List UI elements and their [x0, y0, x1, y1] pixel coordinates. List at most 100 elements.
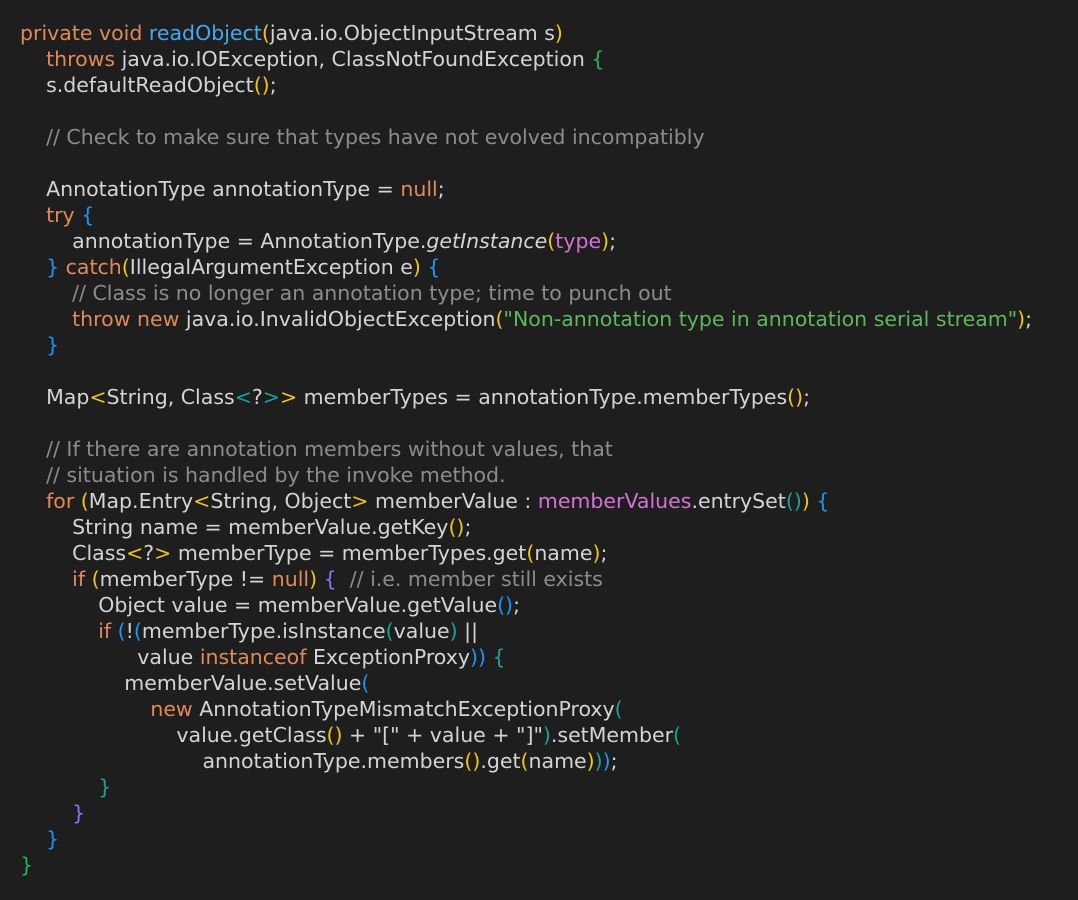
code-token: ?: [143, 541, 155, 565]
code-line[interactable]: if (memberType != null) { // i.e. member…: [20, 566, 1078, 592]
code-token: <: [126, 541, 144, 565]
code-line[interactable]: if (!(memberType.isInstance(value) ||: [20, 618, 1078, 644]
code-token: (: [133, 619, 142, 643]
code-token: .get: [480, 749, 521, 773]
code-line[interactable]: s.defaultReadObject();: [20, 72, 1078, 98]
code-token: java.io.InvalidObjectException: [179, 307, 496, 331]
code-token: memberType = memberTypes.get: [171, 541, 527, 565]
code-line[interactable]: [20, 98, 1078, 124]
code-editor[interactable]: private void readObject(java.io.ObjectIn…: [0, 0, 1078, 900]
code-line[interactable]: value.getClass() + "[" + value + "]").se…: [20, 722, 1078, 748]
code-token: Object value = memberValue.getValue: [98, 593, 498, 617]
code-token: <: [89, 385, 107, 409]
code-token: (: [385, 619, 394, 643]
code-token: memberValue.setValue: [124, 671, 362, 695]
code-line[interactable]: value instanceof ExceptionProxy)) {: [20, 644, 1078, 670]
code-line[interactable]: annotationType = AnnotationType.getInsta…: [20, 228, 1078, 254]
code-token: ;: [600, 541, 608, 565]
code-token: throw new: [72, 307, 180, 331]
code-line[interactable]: try {: [20, 202, 1078, 228]
code-line[interactable]: Object value = memberValue.getValue();: [20, 592, 1078, 618]
code-line[interactable]: // situation is handled by the invoke me…: [20, 462, 1078, 488]
code-token: instanceof: [199, 645, 307, 669]
code-token: new: [150, 697, 193, 721]
code-token: IllegalArgumentException e: [129, 255, 413, 279]
code-line[interactable]: throw new java.io.InvalidObjectException…: [20, 306, 1078, 332]
code-token: ): [801, 489, 810, 513]
code-token: value.getClass: [176, 723, 327, 747]
code-token: ;: [437, 177, 445, 201]
code-token: }: [98, 775, 112, 799]
code-line[interactable]: throws java.io.IOException, ClassNotFoun…: [20, 46, 1078, 72]
code-token: (: [261, 21, 270, 45]
code-token: memberValue :: [368, 489, 538, 513]
code-line[interactable]: [20, 410, 1078, 436]
code-line[interactable]: for (Map.Entry<String, Object> memberVal…: [20, 488, 1078, 514]
code-token: .setMember: [550, 723, 674, 747]
code-line[interactable]: }: [20, 332, 1078, 358]
code-token: }: [46, 255, 60, 279]
code-token: ;: [1025, 307, 1033, 331]
code-token: // Class is no longer an annotation type…: [72, 281, 672, 305]
code-line[interactable]: AnnotationType annotationType = null;: [20, 176, 1078, 202]
code-token: getInstance: [426, 229, 548, 253]
code-token: "[": [372, 723, 400, 747]
code-token: ): [449, 619, 458, 643]
code-token: (): [448, 515, 465, 539]
code-token: }: [72, 801, 86, 825]
code-line[interactable]: }: [20, 774, 1078, 800]
code-token: memberTypes = annotationType.memberTypes: [297, 385, 788, 409]
code-token: private void: [20, 21, 149, 45]
code-line[interactable]: [20, 150, 1078, 176]
code-token: // i.e. member still exists: [349, 567, 603, 591]
code-line[interactable]: Map<String, Class<?>> memberTypes = anno…: [20, 384, 1078, 410]
code-token: try: [46, 203, 75, 227]
code-token: readObject: [148, 21, 262, 45]
code-token: (: [614, 697, 623, 721]
code-token: ): [594, 749, 603, 773]
code-token: String name = memberValue.getKey: [72, 515, 449, 539]
code-token: Map: [46, 385, 90, 409]
code-token: ): [554, 21, 563, 45]
code-token: +: [342, 723, 373, 747]
code-line[interactable]: [20, 358, 1078, 384]
code-token: type: [555, 229, 602, 253]
code-token: AnnotationTypeMismatchExceptionProxy: [192, 697, 615, 721]
code-token: (: [80, 489, 89, 513]
code-token: annotationType.members: [202, 749, 465, 773]
code-line[interactable]: // If there are annotation members witho…: [20, 436, 1078, 462]
code-token: ): [1017, 307, 1026, 331]
code-line[interactable]: memberValue.setValue(: [20, 670, 1078, 696]
code-line[interactable]: }: [20, 800, 1078, 826]
code-line[interactable]: } catch(IllegalArgumentException e) {: [20, 254, 1078, 280]
code-line[interactable]: }: [20, 852, 1078, 878]
code-token: .entrySet: [691, 489, 786, 513]
code-token: (: [117, 619, 126, 643]
code-line[interactable]: // Check to make sure that types have no…: [20, 124, 1078, 150]
code-token: catch: [65, 255, 122, 279]
code-token: {: [492, 645, 506, 669]
code-token: (): [787, 385, 804, 409]
code-line[interactable]: new AnnotationTypeMismatchExceptionProxy…: [20, 696, 1078, 722]
code-token: ExceptionProxy: [306, 645, 470, 669]
code-token: {: [816, 489, 830, 513]
code-line[interactable]: Class<?> memberType = memberTypes.get(na…: [20, 540, 1078, 566]
code-line[interactable]: String name = memberValue.getKey();: [20, 514, 1078, 540]
code-token: (: [361, 671, 370, 695]
code-line[interactable]: private void readObject(java.io.ObjectIn…: [20, 20, 1078, 46]
code-token: }: [46, 827, 60, 851]
code-token: s.defaultReadObject: [46, 73, 254, 97]
code-line[interactable]: }: [20, 826, 1078, 852]
code-token: // situation is handled by the invoke me…: [46, 463, 506, 487]
code-line[interactable]: annotationType.members().get(name)));: [20, 748, 1078, 774]
code-token: if: [98, 619, 112, 643]
code-line[interactable]: // Class is no longer an annotation type…: [20, 280, 1078, 306]
code-token: )): [469, 645, 486, 669]
code-token: ;: [269, 73, 277, 97]
